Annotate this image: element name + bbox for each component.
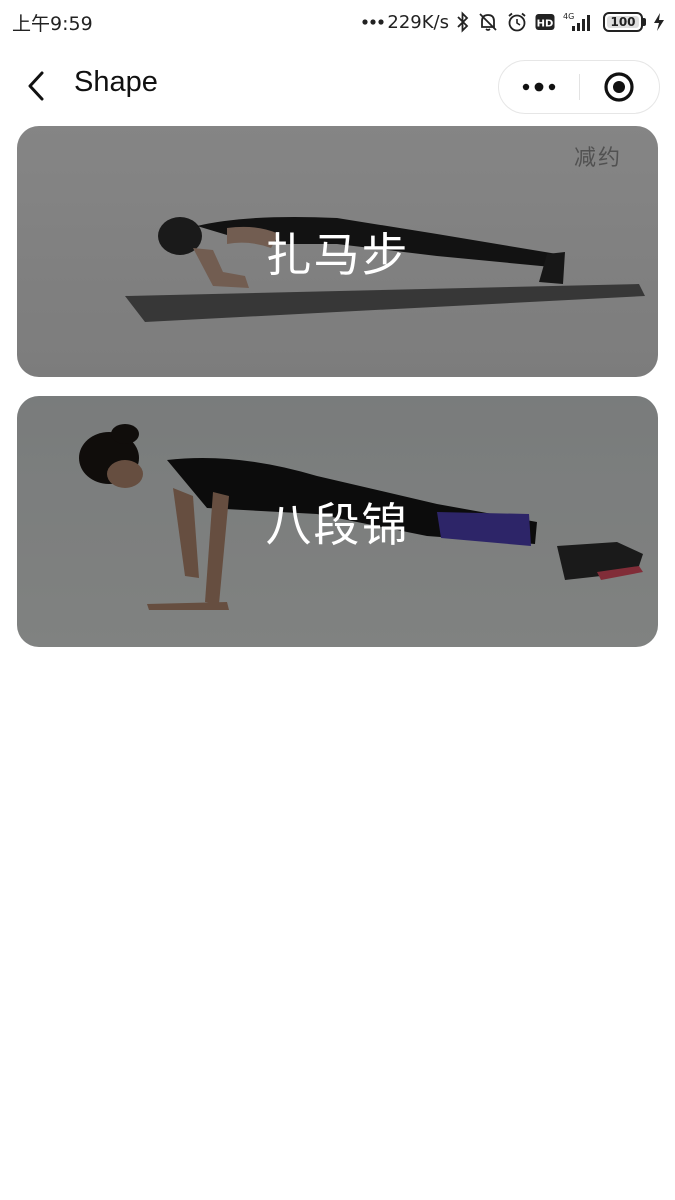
target-circle-icon <box>604 72 634 102</box>
mute-bell-icon <box>477 11 499 33</box>
card-title: 扎马步 <box>265 227 410 282</box>
alarm-icon <box>506 11 528 33</box>
svg-text:HD: HD <box>537 19 554 30</box>
close-mini-program-button[interactable] <box>580 61 660 113</box>
charging-icon <box>653 12 665 32</box>
hd-icon: HD <box>535 13 555 31</box>
battery-icon: 100 <box>603 12 646 32</box>
brand-watermark: 减约 <box>573 146 622 171</box>
navigation-bar: Shape <box>0 44 675 128</box>
network-speed: 229K/s <box>387 11 449 33</box>
signal-4g-icon: 4G <box>562 11 596 33</box>
bluetooth-icon <box>456 11 470 33</box>
card-title: 八段锦 <box>265 497 410 552</box>
more-button[interactable] <box>499 61 579 113</box>
chevron-left-icon <box>28 71 44 101</box>
status-time: 上午9:59 <box>12 12 93 35</box>
exercise-card-baduanjin[interactable]: 八段锦 <box>17 396 658 647</box>
mini-program-capsule <box>498 60 660 114</box>
back-button[interactable] <box>18 68 54 104</box>
exercise-card-zamabu[interactable]: 减约 扎马步 <box>17 126 658 377</box>
page-title: Shape <box>74 66 158 98</box>
more-dots-icon <box>522 82 555 92</box>
status-bar: 上午9:59 229K/s HD 4G 100 <box>0 0 675 44</box>
network-type-label: 4G <box>563 12 574 21</box>
more-dots-icon <box>362 18 384 26</box>
